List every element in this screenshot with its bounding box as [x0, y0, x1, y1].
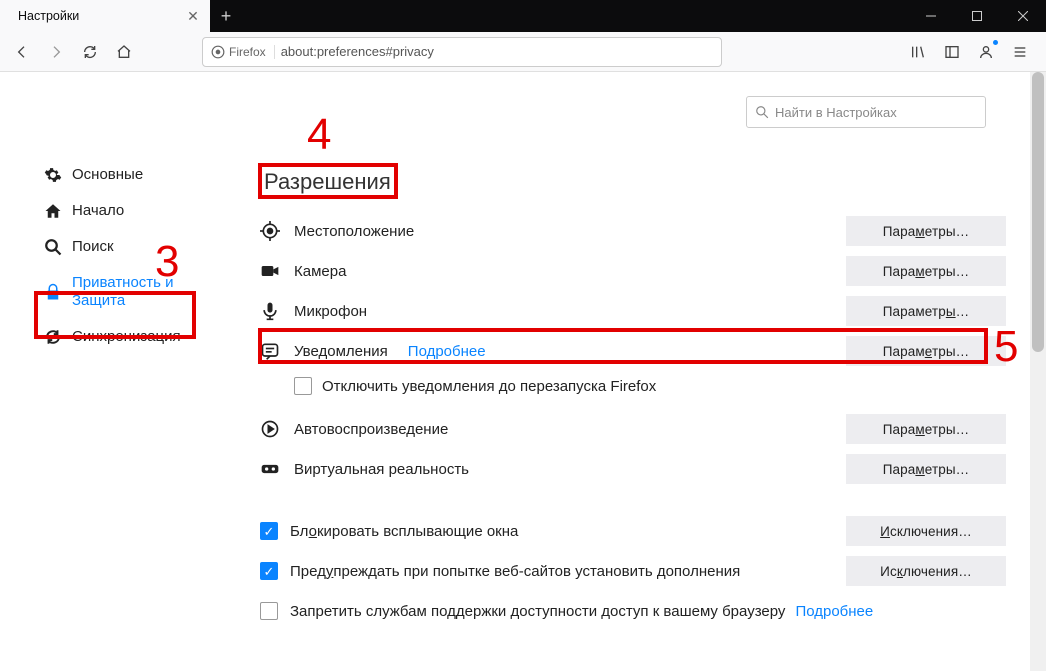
warn-addon-install-row: Предупреждать при попытке веб-сайтов уст… — [260, 551, 1006, 591]
sidebar-button[interactable] — [936, 36, 968, 68]
notification-icon — [260, 341, 280, 361]
gear-icon — [44, 166, 62, 184]
section-title-permissions: Разрешения — [260, 167, 395, 197]
perm-row-vr: Виртуальная реальность Параметры… — [260, 449, 1006, 489]
url-bar[interactable]: Firefox about:preferences#privacy — [202, 37, 722, 67]
home-button[interactable] — [108, 36, 140, 68]
sidebar-item-home[interactable]: Начало — [0, 193, 230, 229]
library-button[interactable] — [902, 36, 934, 68]
reload-button[interactable] — [74, 36, 106, 68]
autoplay-icon — [260, 419, 280, 439]
scrollbar-thumb[interactable] — [1032, 72, 1044, 352]
browser-tab[interactable]: Настройки ✕ — [0, 0, 210, 32]
sidebar-item-sync[interactable]: Синхронизация — [0, 319, 230, 355]
account-button[interactable] — [970, 36, 1002, 68]
exceptions-button-addons[interactable]: Исключения… — [846, 556, 1006, 586]
block-popups-row: Блокировать всплывающие окна Исключения… — [260, 511, 1006, 551]
vr-icon — [260, 459, 280, 479]
perm-row-notifications: Уведомления Подробнее Параметры… — [260, 331, 1006, 371]
checkbox[interactable] — [260, 562, 278, 580]
search-icon — [755, 105, 769, 119]
settings-button-vr[interactable]: Параметры… — [846, 454, 1006, 484]
perm-row-location: Местоположение Параметры… — [260, 211, 1006, 251]
nav-toolbar: Firefox about:preferences#privacy — [0, 32, 1046, 72]
scrollbar[interactable] — [1030, 72, 1046, 671]
learn-more-notifications[interactable]: Подробнее — [408, 343, 486, 360]
preferences-content: Основные Начало Поиск Приватность и Защи… — [0, 72, 1046, 671]
identity-box[interactable]: Firefox — [211, 45, 275, 59]
preferences-main: Найти в Настройках Разрешения Местополож… — [230, 72, 1046, 671]
preferences-sidebar: Основные Начало Поиск Приватность и Защи… — [0, 72, 230, 671]
block-a11y-row: Запретить службам поддержки доступности … — [260, 591, 1006, 631]
tab-title: Настройки — [18, 9, 178, 23]
sidebar-item-privacy[interactable]: Приватность и Защита — [0, 265, 230, 319]
search-icon — [44, 238, 62, 256]
perm-row-autoplay: Автовоспроизведение Параметры… — [260, 409, 1006, 449]
camera-icon — [260, 261, 280, 281]
checkbox[interactable] — [294, 377, 312, 395]
location-icon — [260, 221, 280, 241]
forward-button[interactable] — [40, 36, 72, 68]
microphone-icon — [260, 301, 280, 321]
search-settings-input[interactable]: Найти в Настройках — [746, 96, 986, 128]
close-button[interactable] — [1000, 0, 1046, 32]
back-button[interactable] — [6, 36, 38, 68]
learn-more-a11y[interactable]: Подробнее — [795, 603, 873, 620]
perm-row-camera: Камера Параметры… — [260, 251, 1006, 291]
sidebar-item-general[interactable]: Основные — [0, 157, 230, 193]
settings-button-autoplay[interactable]: Параметры… — [846, 414, 1006, 444]
pause-notifications-checkbox-row: Отключить уведомления до перезапуска Fir… — [294, 371, 1006, 409]
checkbox[interactable] — [260, 522, 278, 540]
url-text: about:preferences#privacy — [281, 44, 434, 59]
perm-row-microphone: Микрофон Параметры… — [260, 291, 1006, 331]
window-titlebar: Настройки ✕ + — [0, 0, 1046, 32]
maximize-button[interactable] — [954, 0, 1000, 32]
settings-button-location[interactable]: Параметры… — [846, 216, 1006, 246]
home-icon — [44, 202, 62, 220]
window-controls — [908, 0, 1046, 32]
lock-icon — [44, 283, 62, 301]
new-tab-button[interactable]: + — [210, 0, 242, 32]
sidebar-item-search[interactable]: Поиск — [0, 229, 230, 265]
sync-icon — [44, 328, 62, 346]
minimize-button[interactable] — [908, 0, 954, 32]
settings-button-microphone[interactable]: Параметры… — [846, 296, 1006, 326]
settings-button-camera[interactable]: Параметры… — [846, 256, 1006, 286]
exceptions-button-popups[interactable]: Исключения… — [846, 516, 1006, 546]
close-icon[interactable]: ✕ — [186, 9, 200, 23]
settings-button-notifications[interactable]: Параметры… — [846, 336, 1006, 366]
menu-button[interactable] — [1004, 36, 1036, 68]
checkbox[interactable] — [260, 602, 278, 620]
